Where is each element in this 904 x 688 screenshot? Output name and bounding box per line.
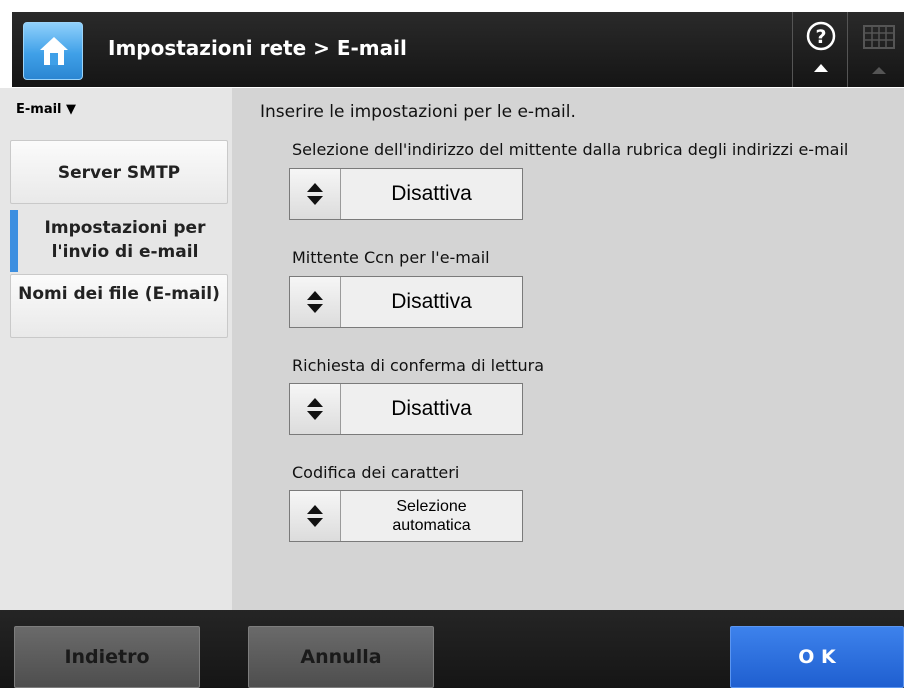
select-conferma-lettura[interactable]: Disattiva bbox=[289, 383, 523, 435]
header: Impostazioni rete > E-mail ? bbox=[0, 0, 904, 88]
field-label-mittente-rubrica: Selezione dell'indirizzo del mittente da… bbox=[292, 140, 849, 159]
sidebar-item-label: Server SMTP bbox=[57, 163, 181, 183]
up-down-arrow-icon bbox=[307, 291, 323, 313]
sidebar: E-mail ▼ Server SMTP Impostazioni per l'… bbox=[0, 88, 232, 610]
field-label-mittente-ccn: Mittente Ccn per l'e-mail bbox=[292, 248, 490, 267]
cancel-button[interactable]: Annulla bbox=[248, 626, 434, 688]
select-codifica-caratteri[interactable]: Selezione automatica bbox=[289, 490, 523, 542]
sidebar-item-label: Nomi dei file (E-mail) bbox=[18, 284, 220, 304]
footer: Indietro Annulla O K bbox=[0, 610, 904, 688]
back-button[interactable]: Indietro bbox=[14, 626, 200, 688]
keyboard-icon bbox=[863, 25, 895, 74]
intro-text: Inserire le impostazioni per le e-mail. bbox=[260, 102, 576, 122]
spinner-button[interactable] bbox=[290, 384, 341, 434]
sidebar-item-invio-email[interactable]: Impostazioni per l'invio di e-mail bbox=[10, 210, 232, 272]
up-down-arrow-icon bbox=[307, 505, 323, 527]
spinner-button[interactable] bbox=[290, 491, 341, 541]
sidebar-item-server-smtp[interactable]: Server SMTP bbox=[10, 140, 228, 204]
up-down-arrow-icon bbox=[307, 398, 323, 420]
select-mittente-ccn[interactable]: Disattiva bbox=[289, 276, 523, 328]
sidebar-heading[interactable]: E-mail ▼ bbox=[16, 102, 76, 117]
keyboard-button[interactable] bbox=[852, 12, 904, 87]
select-value: Disattiva bbox=[391, 182, 472, 205]
sidebar-item-label: Impostazioni per l'invio di e-mail bbox=[44, 218, 206, 262]
page-title: Impostazioni rete > E-mail bbox=[108, 36, 407, 60]
field-label-codifica-caratteri: Codifica dei caratteri bbox=[292, 463, 460, 482]
spinner-button[interactable] bbox=[290, 277, 341, 327]
help-button[interactable]: ? bbox=[792, 12, 848, 87]
up-down-arrow-icon bbox=[307, 183, 323, 205]
select-mittente-rubrica[interactable]: Disattiva bbox=[289, 168, 523, 220]
sidebar-item-nomi-file[interactable]: Nomi dei file (E-mail) bbox=[10, 274, 228, 338]
help-icon: ? bbox=[806, 21, 836, 72]
select-value: Selezione automatica bbox=[392, 498, 471, 534]
field-label-conferma-lettura: Richiesta di conferma di lettura bbox=[292, 356, 544, 375]
main-panel: Inserire le impostazioni per le e-mail. … bbox=[232, 88, 904, 610]
select-value: Disattiva bbox=[391, 397, 472, 420]
spinner-button[interactable] bbox=[290, 169, 341, 219]
svg-text:?: ? bbox=[815, 26, 826, 48]
home-button[interactable] bbox=[23, 22, 83, 80]
ok-button[interactable]: O K bbox=[730, 626, 904, 688]
select-value: Disattiva bbox=[391, 290, 472, 313]
home-icon bbox=[40, 37, 68, 65]
